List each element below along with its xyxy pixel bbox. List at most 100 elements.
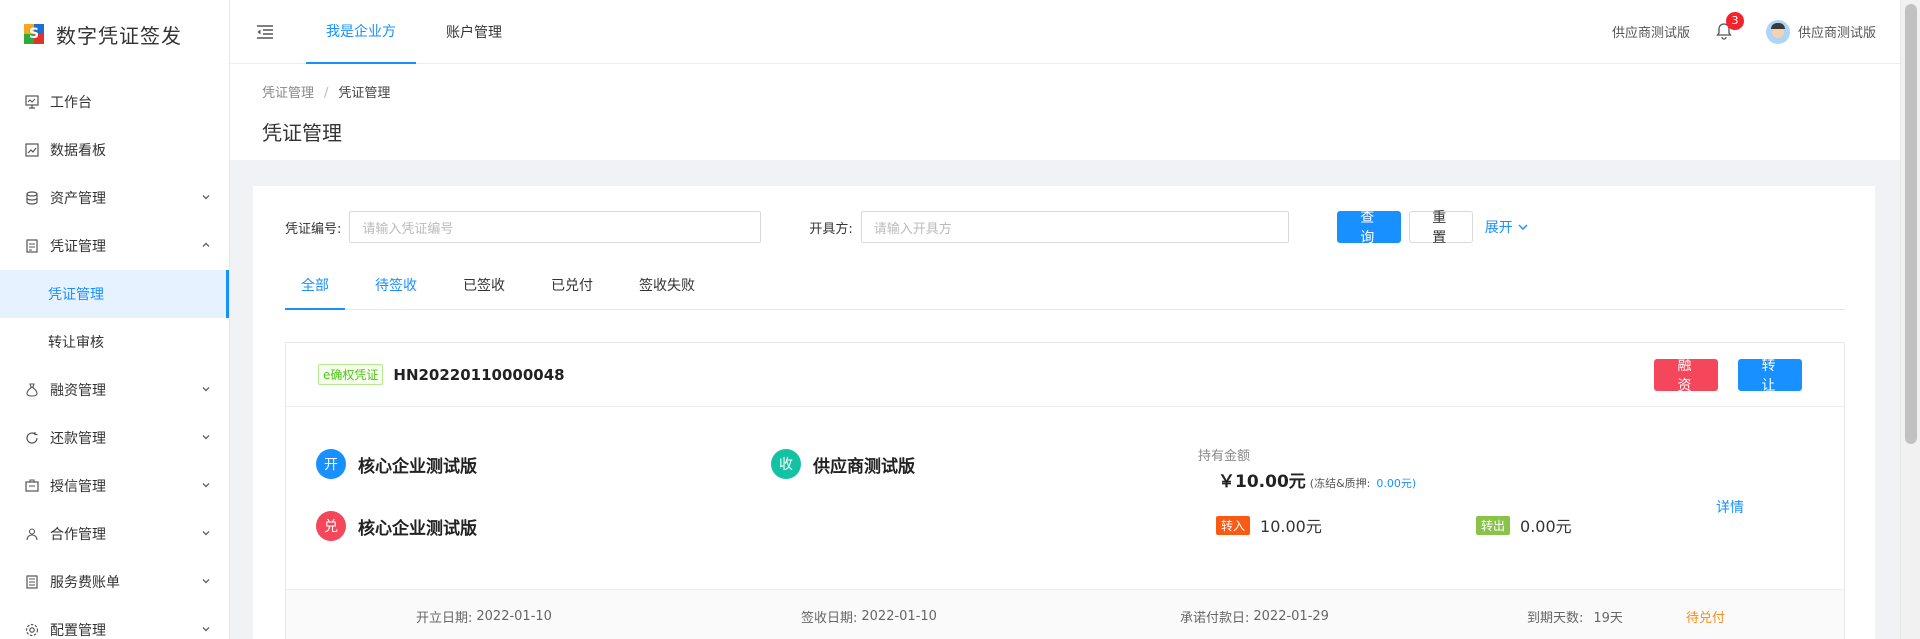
sidebar-item-workbench[interactable]: 工作台: [0, 78, 229, 126]
chevron-down-icon: [201, 383, 211, 397]
transfer-in-amount: 10.00元: [1260, 517, 1322, 536]
open-date: 开立日期: 2022-01-10: [416, 590, 552, 639]
sidebar-item-label: 凭证管理: [50, 239, 106, 255]
sidebar-item-financing[interactable]: 融资管理: [0, 366, 229, 414]
transfer-button[interactable]: 转 让: [1738, 357, 1802, 393]
issuer-circle-icon: 开: [316, 449, 346, 479]
receiver-name: 供应商测试版: [813, 456, 915, 477]
breadcrumb-separator: /: [324, 86, 329, 101]
sign-date-value: 2022-01-10: [861, 608, 937, 624]
chevron-down-icon: [201, 575, 211, 589]
issuer-label: 开具方:: [809, 221, 853, 237]
due-date-value: 2022-01-29: [1253, 608, 1329, 624]
frozen-label: (冻结&质押:: [1309, 477, 1371, 490]
payer-circle-icon: 兑: [316, 511, 346, 541]
payer-name: 核心企业测试版: [358, 518, 477, 539]
voucher-no-input[interactable]: 请输入凭证编号: [349, 211, 762, 243]
sidebar-item-credit[interactable]: 授信管理: [0, 462, 229, 510]
status-badge: 待兑付: [1686, 610, 1726, 626]
sidebar-item-dashboard[interactable]: 数据看板: [0, 126, 229, 174]
chevron-down-icon: [201, 191, 211, 205]
avatar: [1765, 19, 1790, 44]
sidebar-item-label: 配置管理: [50, 623, 106, 639]
finance-button[interactable]: 融 资: [1654, 357, 1718, 393]
tab-signed[interactable]: 已签收: [447, 274, 521, 310]
hold-amount-label: 持有金额: [1198, 449, 1251, 464]
reset-button[interactable]: 重 置: [1408, 209, 1473, 245]
sidebar-subitem-label: 转让审核: [48, 335, 104, 351]
sidebar-item-service-bill[interactable]: 服务费账单: [0, 558, 229, 606]
filter-bar: 凭证编号: 请输入凭证编号 开具方: 请输入开具方 查 询 重 置 展开: [285, 209, 1843, 245]
sign-date-label: 签收日期:: [801, 610, 858, 626]
sidebar-item-assets[interactable]: 资产管理: [0, 174, 229, 222]
voucher-type-tag: e确权凭证: [318, 364, 384, 385]
vendor-name[interactable]: 供应商测试版: [1612, 22, 1690, 41]
vertical-scrollbar[interactable]: [1900, 0, 1920, 639]
sidebar-item-repayment[interactable]: 还款管理: [0, 414, 229, 462]
breadcrumb: 凭证管理 / 凭证管理: [262, 82, 1900, 101]
receiver-circle-icon: 收: [771, 449, 801, 479]
sidebar-subitem-voucher-management[interactable]: 凭证管理: [0, 270, 229, 318]
days-to-due: 到期天数: 19天: [1527, 590, 1623, 639]
user-name: 供应商测试版: [1797, 26, 1876, 41]
tab-paid[interactable]: 已兑付: [535, 274, 609, 310]
transfer-in: 转入 10.00元: [1216, 513, 1322, 537]
expand-label: 展开: [1484, 220, 1513, 236]
sidebar-item-vouchers[interactable]: 凭证管理: [0, 222, 229, 270]
voucher-actions: 融 资 转 让: [1654, 357, 1802, 393]
database-icon: [24, 190, 40, 206]
detail-link[interactable]: 详情: [1716, 497, 1744, 517]
notification-badge: 3: [1725, 11, 1744, 30]
days-value: 19天: [1593, 610, 1623, 626]
sidebar-item-label: 数据看板: [50, 143, 106, 159]
tab-account[interactable]: 账户管理: [426, 0, 522, 64]
query-button[interactable]: 查 询: [1336, 209, 1401, 245]
chevron-down-icon: [201, 479, 211, 493]
due-date-label: 承诺付款日:: [1180, 610, 1250, 626]
tab-sign-failed[interactable]: 签收失败: [623, 274, 711, 310]
sidebar-item-config[interactable]: 配置管理: [0, 606, 229, 639]
open-date-value: 2022-01-10: [476, 608, 552, 624]
chart-icon: [24, 142, 40, 158]
sidebar-menu: 工作台 数据看板 资产管理 凭证管理 凭证管理 转让审核 融资管理 还款管理 授…: [0, 78, 229, 639]
settings-icon: [24, 622, 40, 638]
tab-enterprise[interactable]: 我是企业方: [306, 0, 416, 64]
sidebar-item-label: 授信管理: [50, 479, 106, 495]
days-label: 到期天数:: [1527, 610, 1584, 626]
voucher-card: e确权凭证 HN20220110000048 融 资 转 让 开 核心企业测试版…: [285, 342, 1845, 639]
sidebar-item-label: 工作台: [50, 95, 92, 111]
chevron-up-icon: [201, 239, 211, 253]
issuer-input[interactable]: 请输入开具方: [860, 211, 1289, 243]
sidebar-item-cooperation[interactable]: 合作管理: [0, 510, 229, 558]
menu-fold-icon[interactable]: [254, 21, 276, 43]
chevron-down-icon: [201, 527, 211, 541]
breadcrumb-root[interactable]: 凭证管理: [262, 86, 314, 101]
sidebar-item-label: 合作管理: [50, 527, 106, 543]
content-card: 凭证编号: 请输入凭证编号 开具方: 请输入开具方 查 询 重 置 展开 全部 …: [253, 186, 1875, 639]
page-header: 凭证管理 / 凭证管理 凭证管理: [230, 64, 1900, 160]
header-right: 供应商测试版 3 供应商测试版: [1612, 11, 1900, 44]
sidebar-item-label: 融资管理: [50, 383, 106, 399]
tab-all[interactable]: 全部: [285, 274, 345, 310]
hold-amount-value: ￥10.00元: [1218, 472, 1306, 492]
money-bag-icon: [24, 382, 40, 398]
sign-date: 签收日期: 2022-01-10: [801, 590, 937, 639]
sidebar-subitem-transfer-review[interactable]: 转让审核: [0, 318, 229, 366]
scrollbar-thumb[interactable]: [1905, 4, 1917, 444]
open-date-label: 开立日期:: [416, 610, 473, 626]
sidebar-item-label: 服务费账单: [50, 575, 120, 591]
transfer-in-tag: 转入: [1216, 515, 1251, 535]
chevron-down-icon: [201, 623, 211, 637]
bell-icon[interactable]: 3: [1716, 11, 1744, 42]
expand-toggle[interactable]: 展开: [1485, 217, 1529, 237]
chevron-down-icon: [1517, 221, 1529, 233]
user-menu[interactable]: 供应商测试版: [1765, 19, 1876, 44]
tab-pending-sign[interactable]: 待签收: [359, 274, 433, 310]
page-title: 凭证管理: [262, 121, 342, 145]
logo-icon: S: [24, 24, 44, 44]
monitor-icon: [24, 94, 40, 110]
sidebar-item-label: 资产管理: [50, 191, 106, 207]
sidebar-item-label: 还款管理: [50, 431, 106, 447]
breadcrumb-current: 凭证管理: [338, 86, 391, 101]
app-logo[interactable]: S 数字凭证签发: [0, 0, 229, 68]
